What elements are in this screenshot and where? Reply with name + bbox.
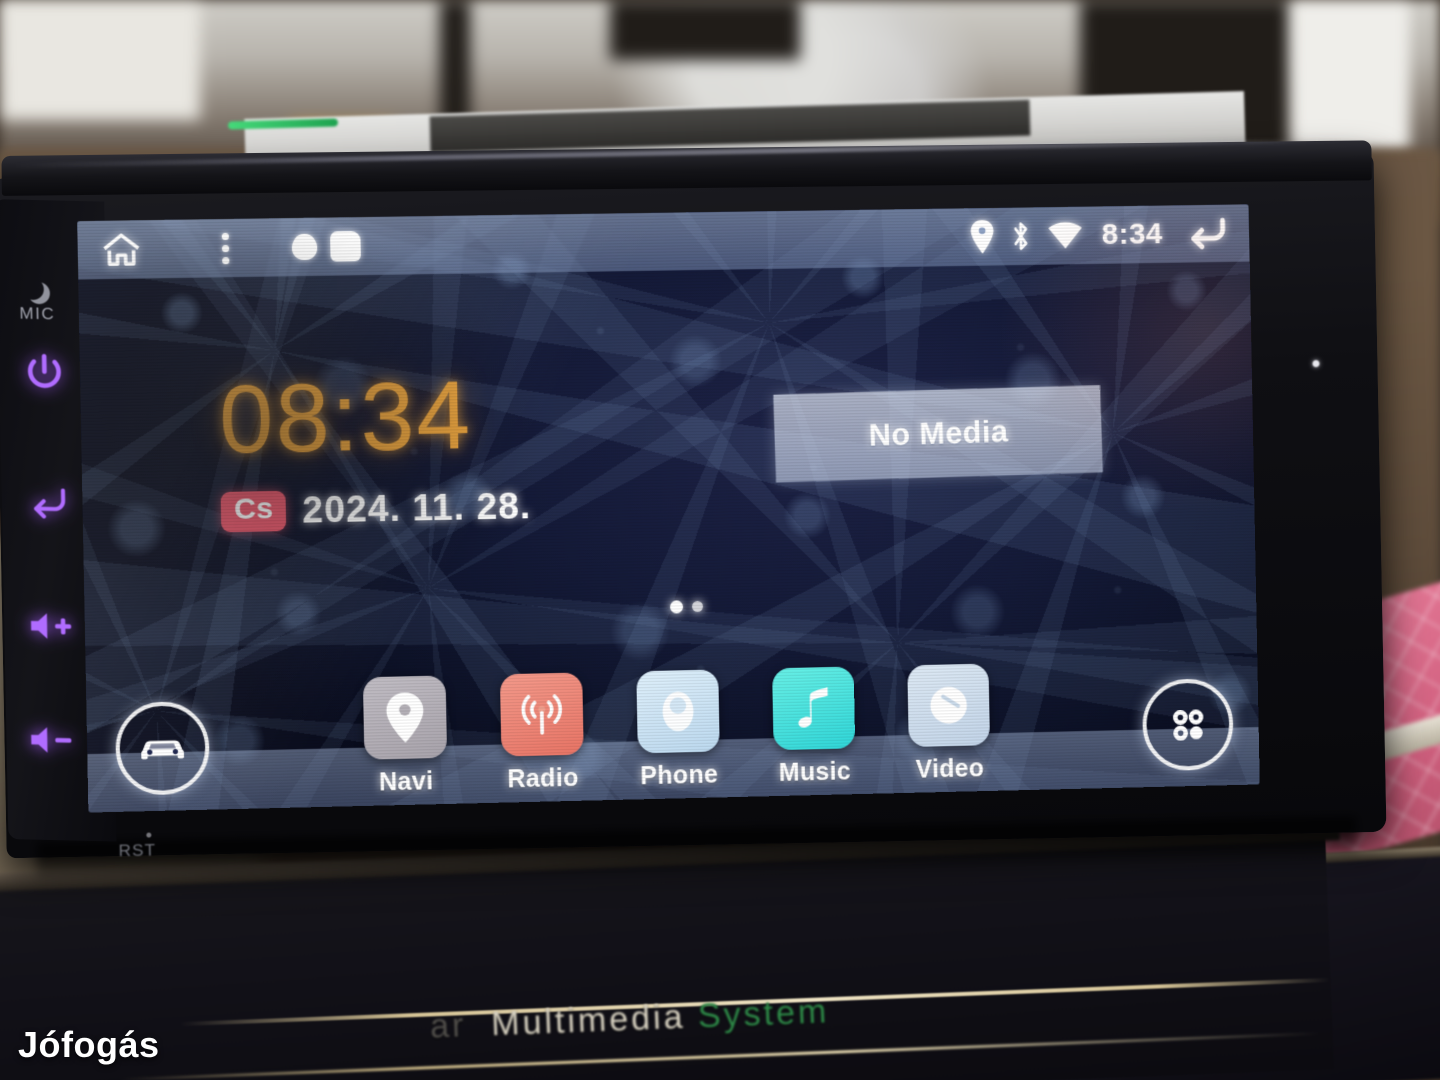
page-dot-1[interactable] <box>669 600 684 614</box>
volume-up-button[interactable] <box>26 608 75 645</box>
overflow-menu-icon[interactable] <box>221 232 230 264</box>
wifi-icon <box>1046 220 1084 250</box>
app-radio[interactable]: Radio <box>493 672 592 794</box>
app-label-music: Music <box>778 757 852 788</box>
status-led-indicator <box>1312 360 1320 368</box>
app-label-navi: Navi <box>378 767 434 797</box>
media-status-text: No Media <box>868 413 1009 453</box>
microphone-icon <box>22 278 44 300</box>
location-pin-icon <box>969 219 995 254</box>
map-pin-icon <box>386 692 424 744</box>
clock-date: 2024. 11. 28. <box>301 485 532 531</box>
power-button[interactable] <box>21 350 68 397</box>
app-tile-navi[interactable] <box>362 675 448 760</box>
photo-scene: ar Multimedia System MIC RST 8:34 08:34 … <box>0 0 1440 1080</box>
notification-shield-icon[interactable] <box>291 233 318 261</box>
back-arrow-icon[interactable] <box>1182 214 1228 252</box>
page-indicator <box>669 600 704 614</box>
app-tile-music[interactable] <box>772 666 856 751</box>
radio-signal-icon <box>516 689 567 740</box>
app-label-phone: Phone <box>640 760 719 791</box>
phone-handset-icon <box>662 691 694 732</box>
notification-square-icon[interactable] <box>330 231 361 262</box>
app-tile-phone[interactable] <box>636 669 720 754</box>
home-icon[interactable] <box>100 230 143 269</box>
day-of-week-badge: Cs <box>220 491 287 532</box>
display-frame: 8:34 08:34 Cs 2024. 11. 28. No Media Nav… <box>77 204 1260 813</box>
back-button[interactable] <box>26 482 71 523</box>
app-label-radio: Radio <box>507 763 579 794</box>
page-dot-2[interactable] <box>691 600 704 613</box>
app-navi[interactable]: Navi <box>356 675 455 798</box>
app-video[interactable]: Video <box>900 663 997 785</box>
status-bar-clock: 8:34 <box>1101 217 1164 251</box>
reset-pinhole-icon[interactable] <box>146 832 152 838</box>
app-label-video: Video <box>915 754 985 784</box>
app-tile-video[interactable] <box>907 663 991 748</box>
reset-label: RST <box>118 840 157 861</box>
app-phone[interactable]: Phone <box>629 669 727 791</box>
media-widget[interactable]: No Media <box>773 385 1103 483</box>
clock-widget[interactable]: 08:34 Cs 2024. 11. 28. <box>218 361 532 533</box>
app-music[interactable]: Music <box>765 666 863 788</box>
bluetooth-icon <box>1009 219 1033 253</box>
volume-down-button[interactable] <box>26 722 75 759</box>
site-watermark: Jófogás <box>18 1024 160 1065</box>
app-tile-radio[interactable] <box>499 672 584 757</box>
clock-time: 08:34 <box>218 361 474 474</box>
car-head-unit: MIC RST 8:34 08:34 Cs 2024. 11. 28. No M… <box>0 127 1402 883</box>
music-note-icon <box>797 687 829 728</box>
display-screen[interactable]: 8:34 08:34 Cs 2024. 11. 28. No Media Nav… <box>77 204 1260 813</box>
play-circle-icon <box>930 686 968 725</box>
mic-label: MIC <box>19 303 56 324</box>
